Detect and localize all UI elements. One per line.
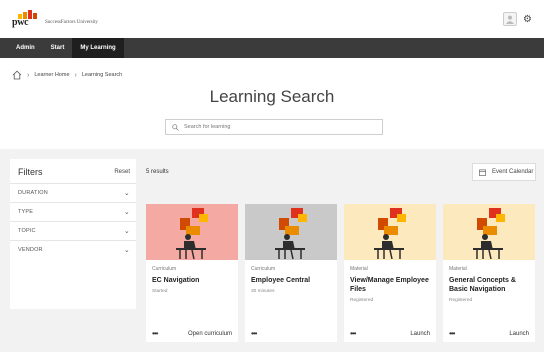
learning-card[interactable]: Curriculum EC Navigation Started ••• Ope… — [146, 204, 238, 342]
filter-vendor[interactable]: VENDOR ⌄ — [10, 240, 136, 259]
chevron-down-icon: ⌄ — [123, 209, 130, 216]
chevron-right-icon: › — [74, 71, 77, 79]
card-type: Curriculum — [251, 266, 276, 272]
filter-type[interactable]: TYPE ⌄ — [10, 202, 136, 221]
nav-item-start[interactable]: Start — [43, 38, 73, 58]
user-avatar-icon[interactable] — [503, 12, 518, 26]
learning-card[interactable]: Material General Concepts & Basic Naviga… — [443, 204, 535, 342]
card-title[interactable]: EC Navigation — [146, 272, 238, 285]
card-image — [344, 204, 436, 260]
filters-title: Filters — [18, 167, 43, 177]
chevron-right-icon: › — [27, 71, 30, 79]
page-title: Learning Search — [209, 87, 335, 106]
event-calendar-button[interactable]: Event Calendar — [472, 163, 536, 181]
learning-card[interactable]: Material View/Manage Employee Files Regi… — [344, 204, 436, 342]
company-logo[interactable]: pwc SuccessFactors University — [12, 10, 98, 28]
app-name: SuccessFactors University — [45, 20, 98, 25]
filter-label: TYPE — [18, 209, 34, 215]
card-image — [443, 204, 535, 260]
card-title[interactable]: General Concepts & Basic Navigation — [443, 272, 535, 294]
main-nav: Admin Start My Learning — [0, 38, 544, 58]
nav-item-admin[interactable]: Admin — [8, 38, 43, 58]
card-type: Curriculum — [152, 266, 177, 272]
learning-card[interactable]: Curriculum Employee Central 30 minutes •… — [245, 204, 337, 342]
more-options-icon[interactable]: ••• — [350, 330, 356, 338]
gear-icon[interactable]: ⚙ — [523, 14, 532, 25]
top-header: pwc SuccessFactors University ⚙ — [0, 0, 544, 38]
event-calendar-label: Event Calendar — [492, 169, 534, 175]
breadcrumb-learner-home[interactable]: Learner Home — [34, 72, 69, 78]
calendar-icon — [479, 169, 486, 176]
filters-panel: Filters Reset DURATION ⌄ TYPE ⌄ TOPIC ⌄ … — [10, 159, 136, 309]
chevron-down-icon: ⌄ — [123, 247, 130, 254]
card-status: Started — [152, 289, 168, 294]
launch-button[interactable]: Launch — [410, 331, 430, 337]
filter-duration[interactable]: DURATION ⌄ — [10, 183, 136, 202]
card-duration: 30 minutes — [251, 289, 275, 294]
card-title[interactable]: View/Manage Employee Files — [344, 272, 436, 294]
card-status: Registered — [350, 298, 374, 303]
filter-label: DURATION — [18, 190, 48, 196]
filter-label: VENDOR — [18, 247, 43, 253]
search-box[interactable] — [165, 119, 383, 135]
more-options-icon[interactable]: ••• — [152, 330, 158, 338]
card-type: Material — [350, 266, 368, 272]
more-options-icon[interactable]: ••• — [251, 330, 257, 338]
pwc-logo: pwc — [12, 10, 37, 28]
card-type: Material — [449, 266, 467, 272]
home-icon[interactable] — [12, 70, 22, 80]
content-area: Filters Reset DURATION ⌄ TYPE ⌄ TOPIC ⌄ … — [0, 149, 544, 352]
person-at-desk-illustration — [473, 208, 505, 260]
nav-item-my-learning[interactable]: My Learning — [72, 38, 124, 58]
launch-button[interactable]: Launch — [509, 331, 529, 337]
chevron-down-icon: ⌄ — [123, 228, 130, 235]
person-at-desk-illustration — [374, 208, 406, 260]
results-count: 5 results — [146, 169, 169, 175]
person-at-desk-illustration — [176, 208, 208, 260]
search-icon — [172, 123, 179, 131]
filter-label: TOPIC — [18, 228, 36, 234]
person-at-desk-illustration — [275, 208, 307, 260]
more-options-icon[interactable]: ••• — [449, 330, 455, 338]
chevron-down-icon: ⌄ — [123, 190, 130, 197]
reset-filters-button[interactable]: Reset — [114, 169, 130, 175]
card-image — [245, 204, 337, 260]
breadcrumb-learning-search: Learning Search — [81, 72, 123, 78]
filter-topic[interactable]: TOPIC ⌄ — [10, 221, 136, 240]
card-status: Registered — [449, 298, 473, 303]
card-title[interactable]: Employee Central — [245, 272, 337, 285]
search-input[interactable] — [184, 124, 364, 130]
card-image — [146, 204, 238, 260]
open-curriculum-button[interactable]: Open curriculum — [188, 331, 232, 337]
breadcrumb: › Learner Home › Learning Search — [12, 70, 122, 80]
